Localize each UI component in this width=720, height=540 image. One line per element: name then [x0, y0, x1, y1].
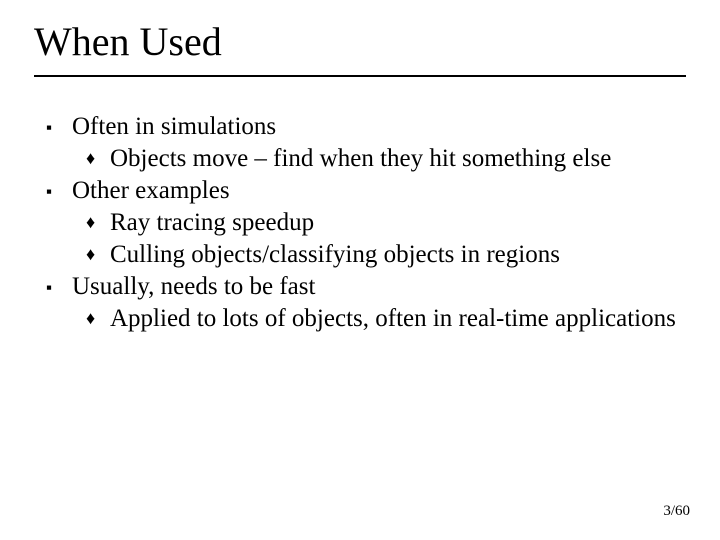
slide-body: ▪ Often in simulations ♦ Objects move – … — [34, 77, 686, 335]
square-bullet-icon: ▪ — [46, 271, 72, 299]
diamond-bullet-icon: ♦ — [86, 239, 110, 266]
list-item: ▪ Usually, needs to be fast — [34, 271, 686, 303]
list-item-text: Objects move – find when they hit someth… — [110, 143, 686, 175]
list-item-text: Often in simulations — [72, 111, 686, 143]
diamond-bullet-icon: ♦ — [86, 143, 110, 170]
list-item-text: Applied to lots of objects, often in rea… — [110, 303, 686, 335]
diamond-bullet-icon: ♦ — [86, 207, 110, 234]
diamond-bullet-icon: ♦ — [86, 303, 110, 330]
slide: When Used ▪ Often in simulations ♦ Objec… — [0, 0, 720, 540]
list-item: ▪ Often in simulations — [34, 111, 686, 143]
list-subitem: ♦ Objects move – find when they hit some… — [34, 143, 686, 175]
list-subitem: ♦ Ray tracing speedup — [34, 207, 686, 239]
slide-title: When Used — [34, 18, 686, 65]
page-number: 3/60 — [663, 503, 690, 520]
list-item-text: Usually, needs to be fast — [72, 271, 686, 303]
list-item-text: Ray tracing speedup — [110, 207, 686, 239]
list-item: ▪ Other examples — [34, 175, 686, 207]
list-subitem: ♦ Culling objects/classifying objects in… — [34, 239, 686, 271]
list-subitem: ♦ Applied to lots of objects, often in r… — [34, 303, 686, 335]
square-bullet-icon: ▪ — [46, 175, 72, 203]
list-item-text: Culling objects/classifying objects in r… — [110, 239, 686, 271]
square-bullet-icon: ▪ — [46, 111, 72, 139]
list-item-text: Other examples — [72, 175, 686, 207]
